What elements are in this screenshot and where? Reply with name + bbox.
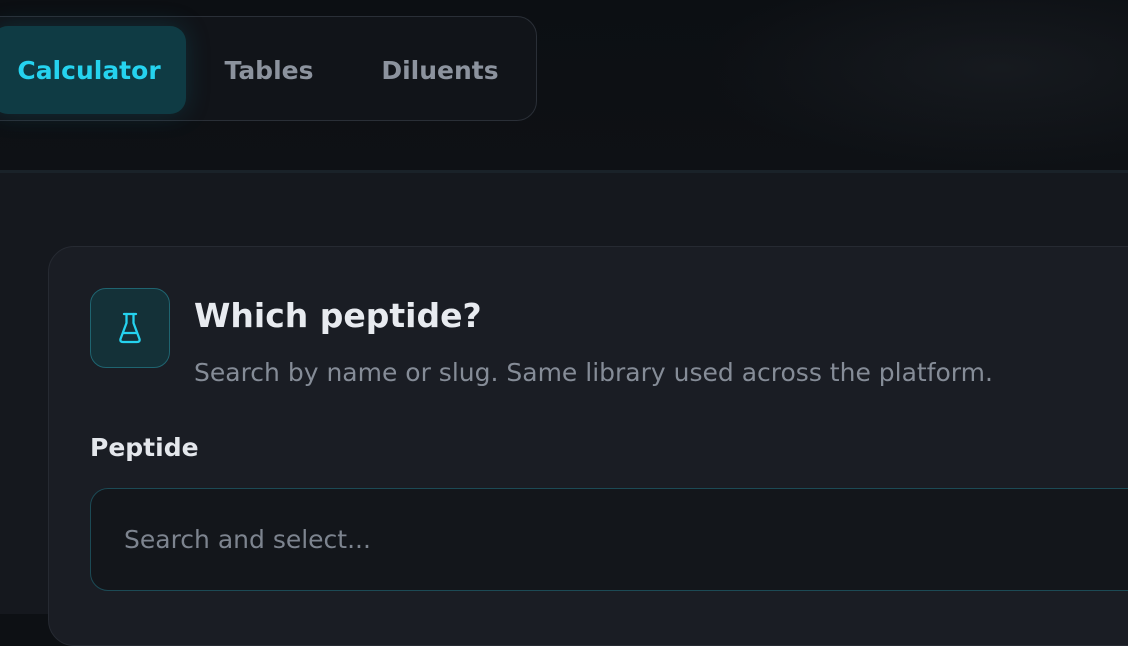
peptide-search-input[interactable] (90, 488, 1128, 591)
card-title: Which peptide? (194, 296, 482, 335)
tab-calculator[interactable]: Calculator (0, 26, 186, 114)
peptide-field-label: Peptide (90, 433, 199, 462)
tab-tables[interactable]: Tables (206, 26, 332, 114)
card-subtitle: Search by name or slug. Same library use… (194, 358, 993, 387)
tab-diluents[interactable]: Diluents (370, 26, 510, 114)
flask-icon-container (90, 288, 170, 368)
flask-icon (119, 312, 141, 344)
top-band-glow (700, 0, 1128, 170)
